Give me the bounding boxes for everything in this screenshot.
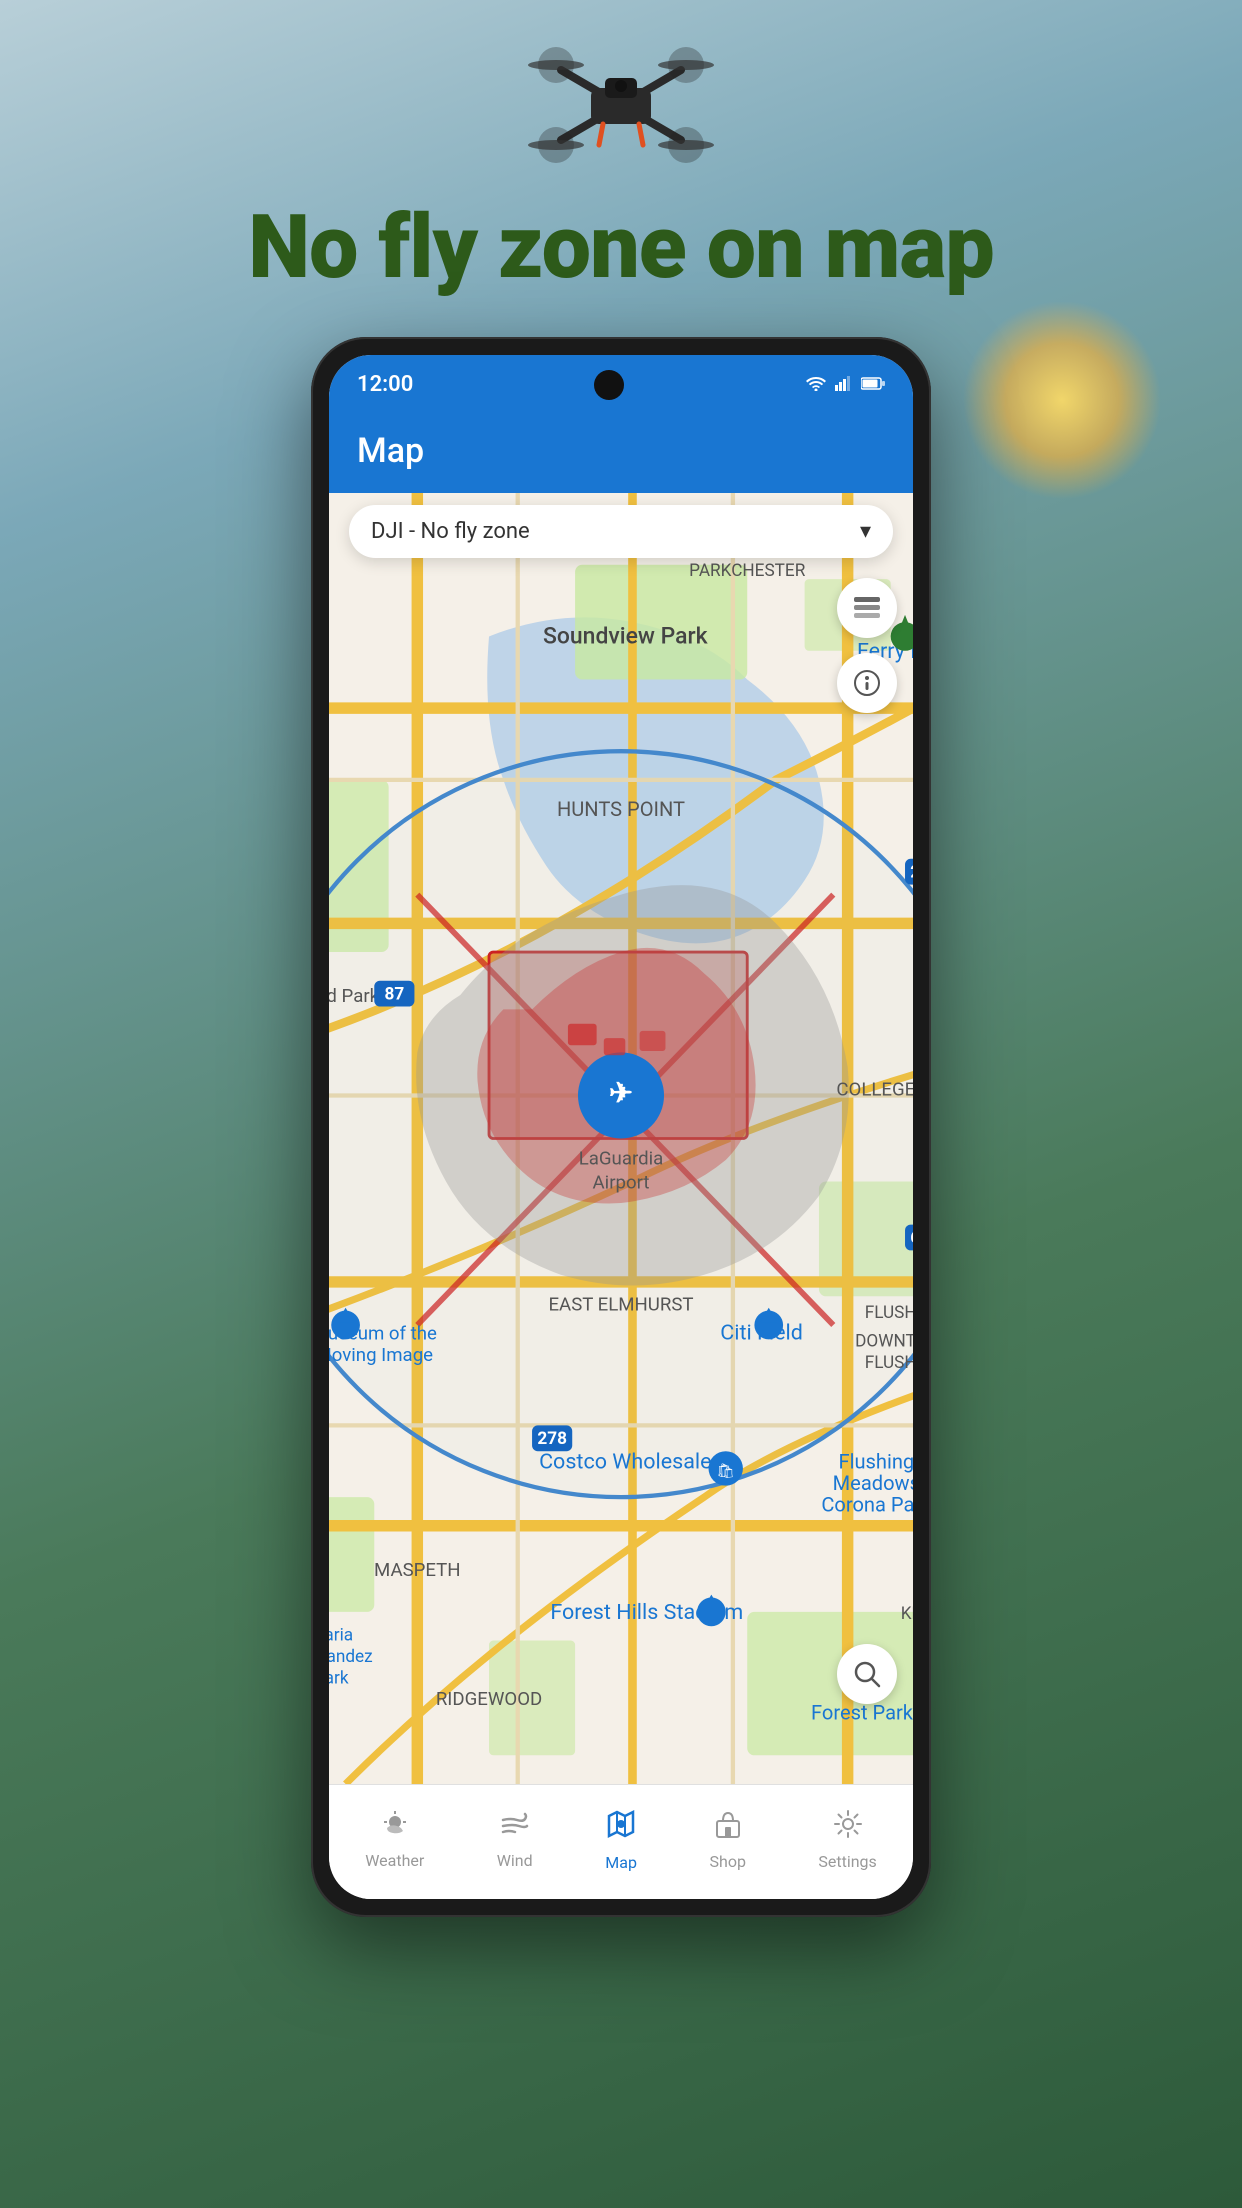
info-icon [854,670,880,696]
map-info-button[interactable] [837,653,897,713]
svg-text:278: 278 [537,1429,567,1449]
svg-text:295: 295 [910,862,913,882]
svg-text:Corona Park: Corona Park [821,1492,913,1516]
status-time: 12:00 [357,372,413,397]
map-nav-icon [605,1808,637,1840]
nav-item-weather[interactable]: Weather [365,1810,424,1870]
shop-nav-label: Shop [710,1852,746,1871]
svg-text:Costco Wholesale: Costco Wholesale [539,1449,711,1474]
svg-text:Moving Image: Moving Image [329,1344,433,1366]
weather-nav-label: Weather [365,1851,424,1870]
weather-nav-icon [379,1810,411,1838]
svg-text:Flushing: Flushing [838,1449,913,1473]
map-svg: ✈ Soundview Park Ferry Poin HUNTS POINT … [329,493,913,1784]
svg-text:HUNTS POINT: HUNTS POINT [557,797,685,821]
battery-icon [861,375,885,394]
layers-icon [852,594,882,622]
nav-item-settings[interactable]: Settings [818,1809,876,1871]
svg-text:FLUSHING: FLUSHING [865,1303,913,1323]
svg-text:Forest Park: Forest Park [811,1700,913,1724]
phone-screen: 12:00 [329,355,913,1899]
svg-text:Maria: Maria [329,1625,353,1645]
svg-text:Soundview Park: Soundview Park [543,622,709,649]
map-icon [605,1808,637,1847]
weather-icon [379,1810,411,1845]
svg-text:DOWNTOWN: DOWNTOWN [855,1331,913,1351]
svg-text:LaGuardia: LaGuardia [579,1147,664,1169]
svg-text:87: 87 [384,984,404,1004]
phone-frame: 12:00 [311,337,931,1917]
svg-text:KEW GARDE: KEW GARDE [901,1604,913,1624]
settings-nav-icon [833,1809,863,1839]
app-header: Map [329,415,913,493]
svg-text:Meadows: Meadows [833,1471,913,1495]
wind-nav-label: Wind [497,1851,533,1870]
svg-text:dall's Island Park: dall's Island Park [329,985,380,1007]
hero-title-section: No fly zone on map [248,200,994,297]
svg-text:MASPETH: MASPETH [374,1559,461,1581]
status-bar: 12:00 [329,355,913,415]
background-sun [962,300,1162,500]
settings-icon [833,1809,863,1846]
wind-nav-icon [499,1810,531,1838]
svg-text:EAST ELMHURST: EAST ELMHURST [548,1293,693,1315]
svg-text:COLLEGE POINT: COLLEGE POINT [836,1078,913,1100]
svg-text:Park: Park [329,1668,349,1688]
main-title: No fly zone on map [248,200,994,297]
status-icons [805,375,885,395]
wind-icon [499,1810,531,1845]
shop-nav-icon [713,1809,743,1839]
bottom-nav: Weather Wind [329,1784,913,1899]
nav-item-wind[interactable]: Wind [497,1810,533,1870]
svg-text:678: 678 [910,1228,913,1248]
map-search-button[interactable] [837,1644,897,1704]
svg-text:🛍: 🛍 [717,1462,735,1479]
drone-illustration [521,30,721,180]
dropdown-label: DJI - No fly zone [371,519,530,544]
svg-text:PARKCHESTER: PARKCHESTER [689,561,806,581]
map-layer-dropdown[interactable]: DJI - No fly zone ▾ [349,505,893,558]
drone-svg [521,30,721,180]
svg-text:Hernandez: Hernandez [329,1647,373,1667]
svg-text:RIDGEWOOD: RIDGEWOOD [436,1688,542,1710]
svg-text:Airport: Airport [593,1172,650,1194]
chevron-down-icon: ▾ [860,519,871,544]
nav-item-shop[interactable]: Shop [710,1809,746,1871]
wifi-icon [805,375,827,395]
svg-text:FLUSHING: FLUSHING [865,1353,913,1373]
settings-nav-label: Settings [818,1852,876,1871]
svg-text:✈: ✈ [609,1076,633,1110]
map-layers-button[interactable] [837,578,897,638]
shop-icon [713,1809,743,1846]
map-container[interactable]: ✈ Soundview Park Ferry Poin HUNTS POINT … [329,493,913,1784]
search-icon [853,1660,881,1688]
nav-item-map[interactable]: Map [605,1808,637,1872]
app-header-title: Map [357,431,885,471]
signal-icon [835,375,853,395]
camera-notch [594,370,624,400]
map-nav-label: Map [605,1853,637,1872]
